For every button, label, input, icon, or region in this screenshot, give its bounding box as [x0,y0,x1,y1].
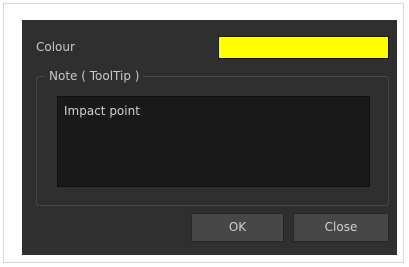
colour-label: Colour [36,40,75,54]
note-legend: Note ( ToolTip ) [45,68,144,84]
note-textarea[interactable]: Impact point [57,96,370,187]
colour-swatch[interactable] [218,36,389,59]
note-dialog: Colour Note ( ToolTip ) Impact point OK … [22,20,397,255]
screenshot-frame: Colour Note ( ToolTip ) Impact point OK … [3,3,404,263]
close-button[interactable]: Close [293,213,389,242]
ok-button[interactable]: OK [191,213,284,242]
note-group: Note ( ToolTip ) Impact point [36,68,389,206]
